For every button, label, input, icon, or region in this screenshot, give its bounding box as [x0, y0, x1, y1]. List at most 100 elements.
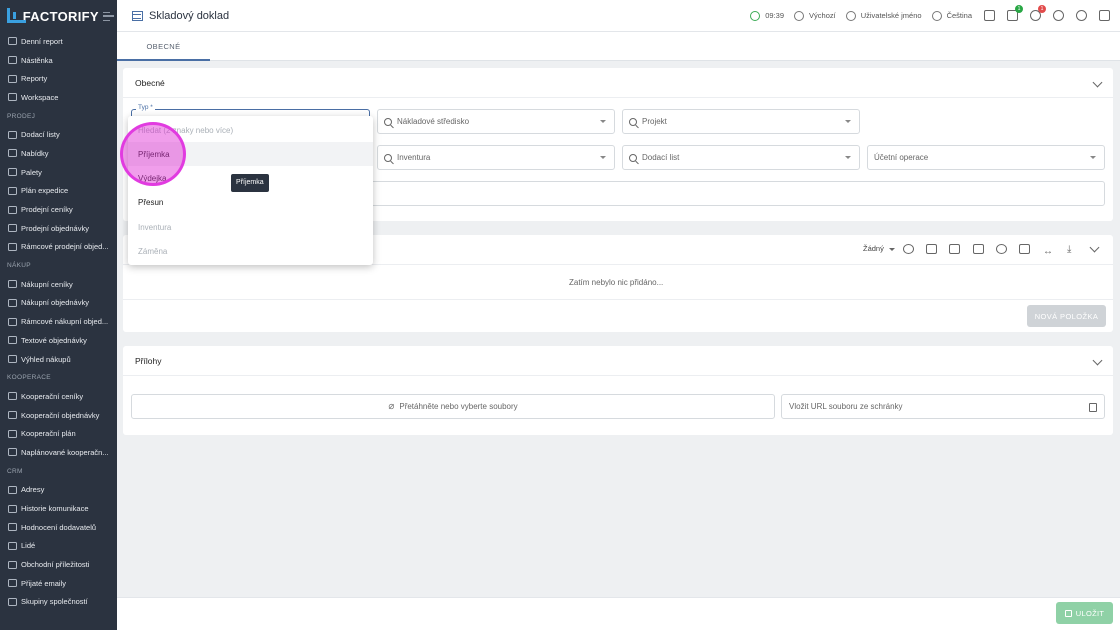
dropdown-option[interactable]: Příjemka — [128, 142, 373, 167]
image-icon[interactable] — [973, 244, 984, 254]
sidebar-item[interactable]: Lidé — [0, 537, 117, 556]
sidebar-item[interactable]: Denní report — [0, 32, 117, 51]
sidebar-item-icon — [8, 336, 17, 345]
gift-icon[interactable]: 1 — [1007, 5, 1023, 21]
sidebar-item[interactable]: Palety — [0, 163, 117, 182]
sidebar-item-label: Nákupní ceníky — [21, 279, 73, 289]
accounting-operation-field[interactable]: Účetní operace — [867, 145, 1105, 170]
sidebar-item[interactable]: Workspace — [0, 88, 117, 107]
paperclip-icon: ⌀ — [388, 401, 395, 412]
search-icon[interactable] — [1076, 10, 1087, 21]
paste-icon[interactable] — [1089, 403, 1097, 412]
chevron-down-icon[interactable] — [1092, 355, 1103, 366]
sidebar-item[interactable]: Kooperační ceníky — [0, 387, 117, 406]
url-input[interactable]: Vložit URL souboru ze schránky — [781, 394, 1105, 419]
caret-down-icon — [845, 156, 851, 159]
sidebar-item-label: Rámcové nákupní objed... — [21, 317, 109, 327]
delivery-note-field[interactable]: Dodací list — [622, 145, 860, 170]
caret-down-icon[interactable] — [889, 248, 895, 251]
sidebar-item-label: Textové objednávky — [21, 335, 87, 345]
sidebar-item-icon — [8, 579, 17, 588]
sidebar-item[interactable]: Hodnocení dodavatelů — [0, 518, 117, 537]
project-field[interactable]: Projekt — [622, 109, 860, 134]
sidebar-item-icon — [8, 523, 17, 532]
bell-icon[interactable]: 1 — [1030, 5, 1046, 21]
eye-icon[interactable] — [996, 244, 1007, 254]
sidebar-item-label: Prodejní ceníky — [21, 205, 73, 215]
save-button[interactable]: ULOŽIT — [1056, 602, 1113, 624]
sidebar-item[interactable]: Dodací listy — [0, 125, 117, 144]
tab-general[interactable]: OBECNÉ — [117, 32, 210, 61]
sidebar-item-label: Prodejní objednávky — [21, 223, 89, 233]
sidebar-item[interactable]: Prodejní ceníky — [0, 200, 117, 219]
sidebar-item[interactable]: Přijaté emaily — [0, 574, 117, 593]
columns-icon[interactable] — [949, 244, 960, 254]
help-icon[interactable] — [1053, 10, 1064, 21]
sidebar-item[interactable]: Nákupní objednávky — [0, 294, 117, 313]
download-icon[interactable]: ⤓ — [1067, 244, 1071, 255]
workspace-label: Výchozí — [809, 11, 836, 20]
general-panel-header[interactable]: Obecné — [123, 68, 1113, 98]
sidebar-item-label: Nákupní objednávky — [21, 298, 89, 308]
brand[interactable]: FACTORIFY — [0, 0, 117, 32]
workspace-selector[interactable]: Výchozí — [794, 10, 836, 21]
dropdown-search-input[interactable]: Hledat (2 znaky nebo více) — [138, 126, 233, 135]
sidebar-item[interactable]: Textové objednávky — [0, 331, 117, 350]
sidebar-item[interactable]: Rámcové nákupní objed... — [0, 312, 117, 331]
language-label: Čeština — [946, 11, 972, 20]
check-circle-icon — [750, 10, 761, 21]
sidebar-item-label: Historie komunikace — [21, 504, 89, 514]
sidebar-item[interactable]: Nabídky — [0, 144, 117, 163]
sidebar-item[interactable]: Historie komunikace — [0, 499, 117, 518]
menu-toggle-icon[interactable] — [102, 11, 115, 21]
sidebar-item[interactable]: Kooperační plán — [0, 424, 117, 443]
sidebar-item[interactable]: Obchodní příležitosti — [0, 555, 117, 574]
trash-icon[interactable] — [926, 244, 937, 254]
dropdown-option[interactable]: Přesun — [128, 191, 373, 215]
sidebar-item[interactable]: Rámcové prodejní objed... — [0, 238, 117, 257]
sidebar-item-label: Dodací listy — [21, 130, 60, 140]
sidebar-item-icon — [8, 224, 17, 233]
sidebar-item[interactable]: Skupiny společností — [0, 593, 117, 612]
sidebar-item[interactable]: Nákupní ceníky — [0, 275, 117, 294]
chevron-down-icon[interactable] — [1092, 77, 1103, 88]
gear-icon[interactable] — [903, 244, 914, 254]
inventory-field[interactable]: Inventura — [377, 145, 615, 170]
sidebar-item[interactable]: Prodejní objednávky — [0, 219, 117, 238]
dropzone-text: Přetáhněte nebo vyberte soubory — [399, 402, 518, 411]
caret-down-icon — [845, 120, 851, 123]
clock-time: 09:39 — [765, 11, 785, 20]
delivery-note-placeholder: Dodací list — [642, 153, 680, 162]
sidebar-item-label: Nástěnka — [21, 55, 53, 65]
save-label: ULOŽIT — [1075, 608, 1105, 618]
sidebar-item-label: Plán expedice — [21, 186, 69, 196]
logout-icon[interactable] — [1099, 10, 1110, 21]
sidebar-item-label: Přijaté emaily — [21, 578, 67, 588]
sidebar-item-label: Kooperační plán — [21, 429, 76, 439]
barcode-icon[interactable] — [1019, 244, 1030, 254]
sidebar-item-icon — [8, 242, 17, 251]
file-dropzone[interactable]: ⌀ Přetáhněte nebo vyberte soubory — [131, 394, 775, 419]
clock-status[interactable]: 09:39 — [750, 10, 785, 21]
new-item-button[interactable]: NOVÁ POLOŽKA — [1027, 305, 1106, 327]
sidebar-item-icon — [8, 411, 17, 420]
sidebar-item[interactable]: Kooperační objednávky — [0, 406, 117, 425]
attachments-panel-header[interactable]: Přílohy — [123, 346, 1113, 376]
cost-center-field[interactable]: Nákladové středisko — [377, 109, 615, 134]
sidebar-item-label: Lidé — [21, 541, 36, 551]
sidebar-item[interactable]: Adresy — [0, 481, 117, 500]
expand-horizontal-icon[interactable]: ↔ — [1043, 246, 1053, 257]
sidebar-item[interactable]: Plán expedice — [0, 182, 117, 201]
signpost-icon[interactable] — [984, 10, 995, 21]
sidebar-item[interactable]: Nástěnka — [0, 51, 117, 70]
language-selector[interactable]: Čeština — [931, 10, 972, 21]
user-name: Uživatelské jméno — [860, 11, 922, 20]
sidebar-item[interactable]: Výhled nákupů — [0, 350, 117, 369]
empty-items-note: Zatím nebylo nic přidáno... — [569, 278, 664, 287]
user-menu[interactable]: Uživatelské jméno — [845, 10, 922, 21]
items-divider — [123, 299, 1113, 300]
attachments-panel-title: Přílohy — [135, 355, 162, 366]
sidebar-item[interactable]: Naplánované kooperačn... — [0, 443, 117, 462]
sort-select[interactable]: Žádný — [863, 244, 884, 253]
sidebar-item[interactable]: Reporty — [0, 69, 117, 88]
